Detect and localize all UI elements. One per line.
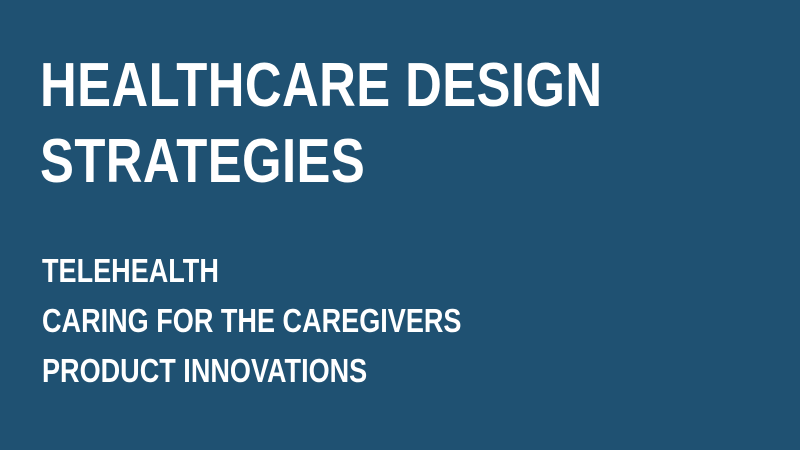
topic-product-innovations: PRODUCT INNOVATIONS bbox=[42, 352, 368, 389]
slide-title-line-1: HEALTHCARE DESIGN bbox=[40, 51, 603, 120]
slide-title: HEALTHCARE DESIGN STRATEGIES bbox=[40, 48, 602, 200]
topic-telehealth: TELEHEALTH bbox=[42, 252, 219, 289]
topic-list: TELEHEALTH CARING FOR THE CAREGIVERS PRO… bbox=[42, 246, 461, 396]
slide-title-line-2: STRATEGIES bbox=[40, 127, 366, 196]
topic-caring-for-caregivers: CARING FOR THE CAREGIVERS bbox=[42, 302, 462, 339]
slide: HEALTHCARE DESIGN STRATEGIES TELEHEALTH … bbox=[0, 0, 800, 450]
